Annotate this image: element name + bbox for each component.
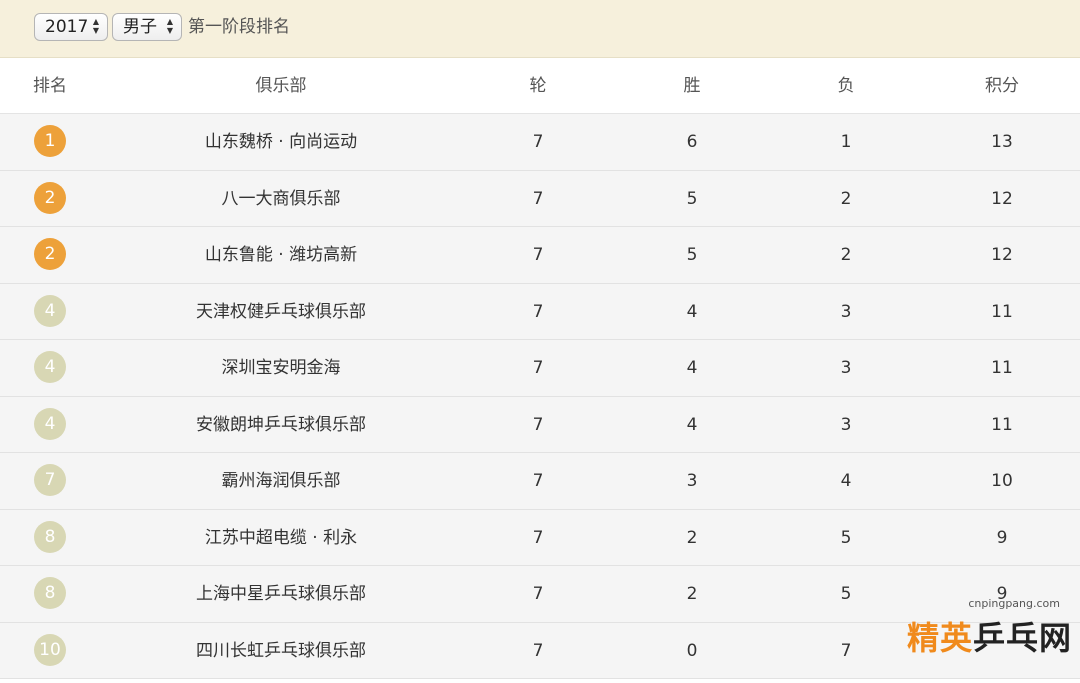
header-points: 积分 (985, 76, 1019, 96)
wins-cell: 5 (686, 188, 698, 209)
table-row: 1 山东魏桥 · 向尚运动 7 6 1 13 (0, 114, 1080, 171)
club-name: 天津权健乒乓球俱乐部 (196, 301, 366, 322)
gender-select-value: 男子 (123, 17, 157, 37)
wins-cell: 4 (686, 358, 698, 378)
table-row: 4 安徽朗坤乒乓球俱乐部 7 4 3 11 (0, 396, 1080, 453)
wins-cell: 5 (686, 245, 698, 265)
rank-badge: 7 (34, 464, 66, 496)
rounds-cell: 7 (532, 640, 544, 661)
losses-cell: 2 (840, 188, 852, 209)
losses-cell: 3 (840, 301, 852, 322)
wins-cell: 3 (686, 471, 698, 491)
header-wins: 胜 (683, 76, 701, 96)
club-name: 八一大商俱乐部 (221, 188, 341, 209)
rounds-cell: 7 (532, 358, 544, 378)
year-select-value: 2017 (45, 17, 89, 37)
losses-cell: 2 (840, 245, 852, 265)
wins-cell: 0 (686, 640, 698, 661)
rank-badge: 8 (34, 577, 66, 609)
table-header: 排名 俱乐部 轮 胜 负 积分 (0, 58, 1080, 114)
wins-cell: 2 (686, 527, 698, 548)
club-name: 江苏中超电缆 · 利永 (204, 527, 358, 548)
losses-cell: 5 (840, 584, 852, 604)
stage-title: 第一阶段排名 (188, 17, 290, 37)
wins-cell: 4 (686, 301, 698, 322)
losses-cell: 4 (840, 471, 852, 491)
watermark-url: cnpingpang.com (968, 597, 1060, 610)
select-arrows-icon: ▲ ▼ (166, 17, 174, 35)
rounds-cell: 7 (532, 188, 544, 209)
wins-cell: 4 (686, 414, 698, 435)
table-row: 4 天津权健乒乓球俱乐部 7 4 3 11 (0, 283, 1080, 340)
table-row: 8 江苏中超电缆 · 利永 7 2 5 9 (0, 509, 1080, 566)
wins-cell: 2 (686, 584, 698, 604)
losses-cell: 1 (840, 132, 852, 152)
rounds-cell: 7 (532, 584, 544, 604)
club-name: 上海中星乒乓球俱乐部 (196, 584, 366, 604)
watermark-logo: 精英乒乓网 (907, 613, 1072, 659)
club-name: 安徽朗坤乒乓球俱乐部 (196, 414, 366, 435)
points-cell: 13 (991, 132, 1013, 152)
club-name: 山东鲁能 · 潍坊高新 (204, 245, 358, 265)
losses-cell: 3 (840, 358, 852, 378)
rounds-cell: 7 (532, 414, 544, 435)
filter-bar: 2017 ▲ ▼ 男子 ▲ ▼ 第一阶段排名 (0, 0, 1080, 58)
select-arrows-icon: ▲ ▼ (92, 17, 100, 35)
points-cell: 11 (991, 358, 1013, 378)
points-cell: 9 (996, 527, 1008, 548)
losses-cell: 3 (840, 414, 852, 435)
rounds-cell: 7 (532, 301, 544, 322)
year-select[interactable]: 2017 ▲ ▼ (34, 13, 108, 41)
rank-badge: 1 (34, 125, 66, 157)
table-row: 2 山东鲁能 · 潍坊高新 7 5 2 12 (0, 227, 1080, 284)
rank-badge: 4 (34, 407, 66, 440)
rank-badge: 4 (34, 351, 66, 383)
watermark-logo-dark: 乒乓网 (972, 619, 1072, 657)
rounds-cell: 7 (532, 471, 544, 491)
points-cell: 12 (991, 188, 1013, 209)
table-row: 2 八一大商俱乐部 7 5 2 12 (0, 170, 1080, 227)
points-cell: 12 (991, 245, 1013, 265)
rounds-cell: 7 (532, 245, 544, 265)
rank-badge: 2 (34, 238, 66, 270)
club-name: 四川长虹乒乓球俱乐部 (196, 640, 366, 661)
losses-cell: 7 (840, 640, 852, 661)
rank-badge: 4 (34, 294, 66, 327)
rank-badge: 8 (34, 520, 66, 553)
points-cell: 11 (991, 414, 1013, 435)
watermark-logo-accent: 精英 (906, 619, 973, 657)
gender-select[interactable]: 男子 ▲ ▼ (112, 13, 182, 41)
header-losses: 负 (837, 76, 855, 96)
wins-cell: 6 (686, 132, 698, 152)
club-name: 山东魏桥 · 向尚运动 (204, 132, 358, 152)
rounds-cell: 7 (532, 132, 544, 152)
rank-badge: 10 (34, 633, 66, 666)
header-rounds: 轮 (529, 76, 547, 96)
standings-table: 1 山东魏桥 · 向尚运动 7 6 1 13 2 八一大商俱乐部 7 5 2 1… (0, 114, 1080, 679)
points-cell: 10 (991, 471, 1013, 491)
rounds-cell: 7 (532, 527, 544, 548)
table-row: 7 霸州海润俱乐部 7 3 4 10 (0, 453, 1080, 510)
club-name: 深圳宝安明金海 (221, 358, 341, 378)
rank-badge: 2 (34, 181, 66, 214)
table-row: 4 深圳宝安明金海 7 4 3 11 (0, 340, 1080, 397)
club-name: 霸州海润俱乐部 (221, 471, 341, 491)
header-rank: 排名 (33, 76, 67, 96)
points-cell: 11 (991, 301, 1013, 322)
site-watermark: cnpingpang.com 精英乒乓网 (882, 597, 1072, 677)
losses-cell: 5 (840, 527, 852, 548)
header-club: 俱乐部 (255, 76, 307, 96)
